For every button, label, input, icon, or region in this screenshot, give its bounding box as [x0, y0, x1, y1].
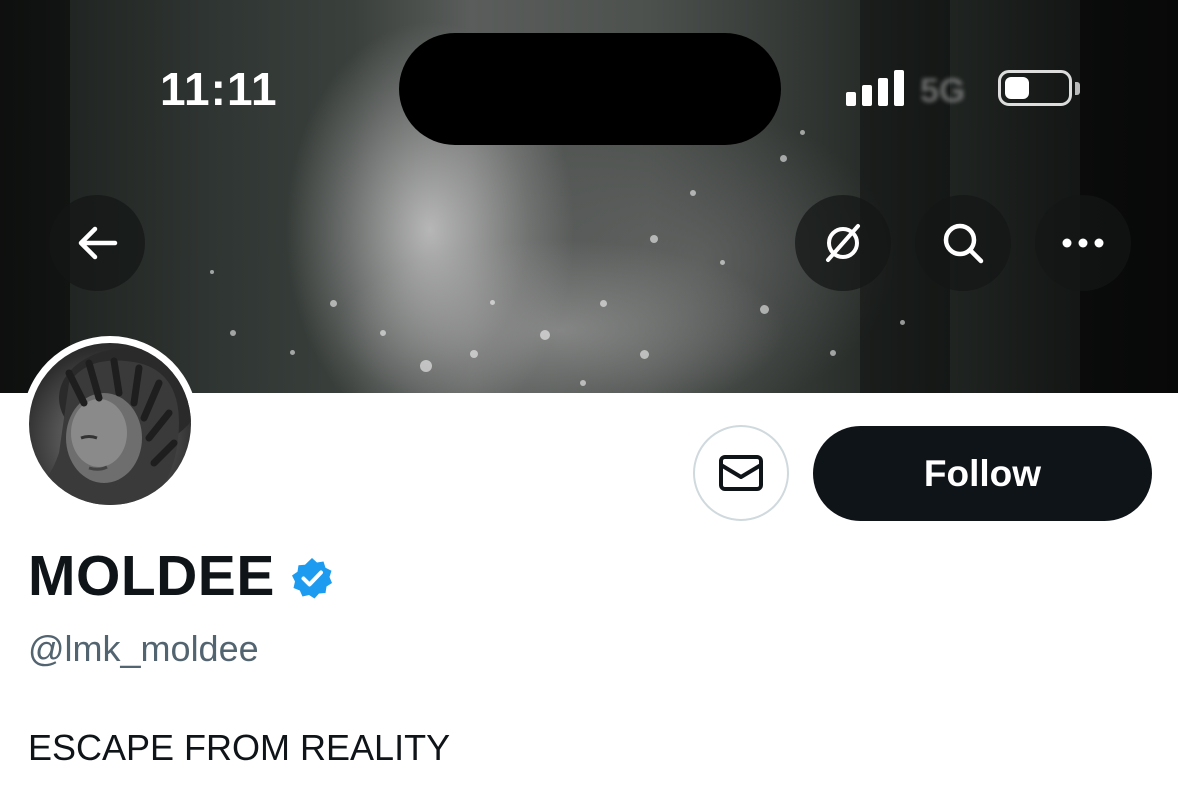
avatar-photo — [29, 343, 191, 505]
status-time: 11:11 — [160, 63, 278, 115]
banner-shadow — [860, 0, 950, 393]
message-button[interactable] — [693, 425, 789, 521]
back-button[interactable] — [49, 195, 145, 291]
battery-icon — [998, 70, 1072, 106]
profile-bio: ESCAPE FROM REALITY — [28, 727, 451, 768]
display-name: MOLDEE — [28, 544, 275, 608]
profile-handle: @lmk_moldee — [28, 628, 259, 669]
avatar-portrait — [29, 348, 191, 505]
signal-icon — [846, 70, 904, 106]
dynamic-island — [399, 33, 781, 145]
avatar[interactable] — [22, 336, 198, 512]
follow-button[interactable]: Follow — [813, 426, 1152, 521]
arrow-left-icon — [78, 226, 118, 260]
grok-button[interactable] — [795, 195, 891, 291]
search-button[interactable] — [915, 195, 1011, 291]
more-horizontal-icon — [1062, 238, 1104, 248]
search-icon — [943, 223, 984, 264]
network-label: 5G — [920, 72, 966, 110]
more-button[interactable] — [1035, 195, 1131, 291]
slashed-circle-icon — [826, 224, 860, 262]
envelope-icon — [719, 455, 763, 491]
verified-badge-icon — [292, 558, 332, 599]
battery-tip — [1075, 82, 1080, 95]
banner-shadow — [0, 0, 70, 393]
